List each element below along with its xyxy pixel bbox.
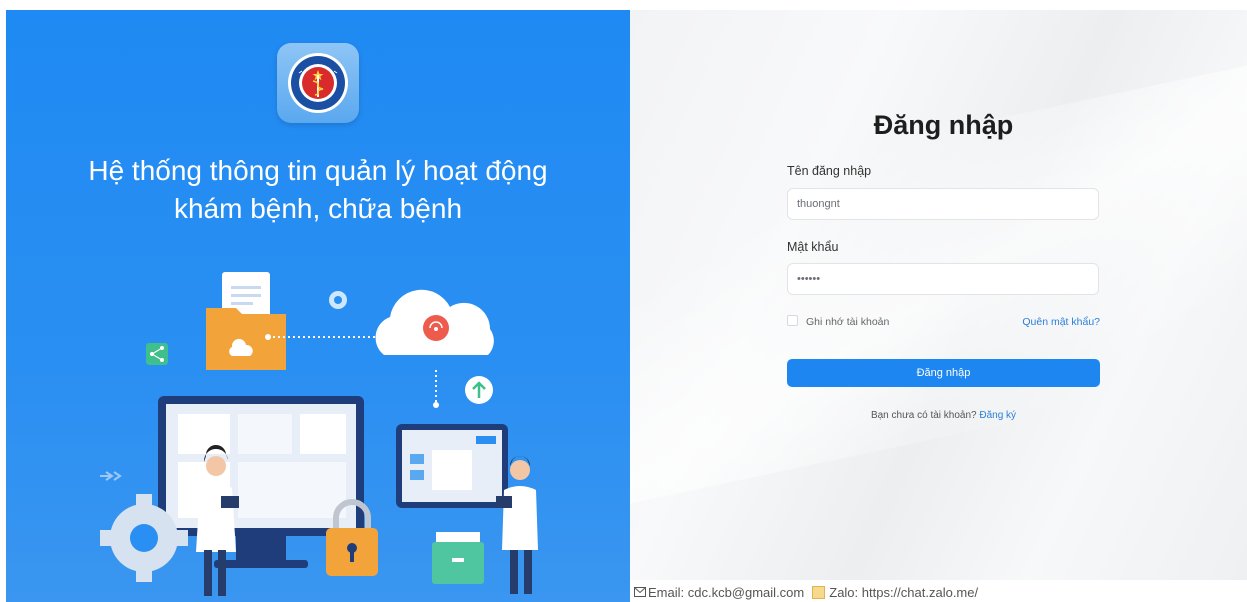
footer-zalo[interactable]: Zalo: https://chat.zalo.me/: [829, 585, 978, 600]
tablet-illustration: [396, 424, 508, 508]
register-row: Bạn chưa có tài khoản? Đăng ký: [787, 410, 1100, 421]
password-label: Mật khẩu: [787, 240, 839, 254]
login-panel: Đăng nhập Tên đăng nhập thuongnt Mật khẩ…: [630, 10, 1247, 580]
password-input[interactable]: ••••••: [787, 263, 1099, 295]
login-title: Đăng nhập: [873, 110, 1014, 140]
username-input[interactable]: thuongnt: [787, 188, 1099, 220]
mail-icon: [634, 585, 646, 600]
login-button[interactable]: Đăng nhập: [787, 359, 1100, 387]
remember-checkbox[interactable]: [787, 315, 798, 326]
register-link[interactable]: Đăng ký: [979, 410, 1016, 421]
gear-small-icon: [329, 291, 347, 309]
remember-label[interactable]: Ghi nhớ tài khoản: [806, 316, 889, 328]
footer-email: Email: cdc.kcb@gmail.com: [648, 584, 805, 600]
file-drawer-icon: [432, 532, 484, 584]
cloud-icon: [375, 289, 494, 355]
username-label: Tên đăng nhập: [787, 164, 872, 178]
healthcare-illustration: [100, 272, 538, 596]
zalo-icon: [812, 585, 826, 599]
remember-row: Ghi nhớ tài khoản Quên mật khẩu?: [787, 313, 1100, 331]
footer: Email: cdc.kcb@gmail.com Zalo: https://c…: [634, 583, 978, 601]
folder-icon: [206, 272, 286, 370]
branding-panel: Hệ thống thông tin quản lý hoạt động khá…: [6, 10, 630, 602]
share-icon: [146, 343, 168, 365]
upload-arrow-icon: [465, 376, 493, 404]
forgot-password-link[interactable]: Quên mật khẩu?: [1022, 316, 1100, 328]
register-prompt: Bạn chưa có tài khoản?: [870, 410, 977, 421]
